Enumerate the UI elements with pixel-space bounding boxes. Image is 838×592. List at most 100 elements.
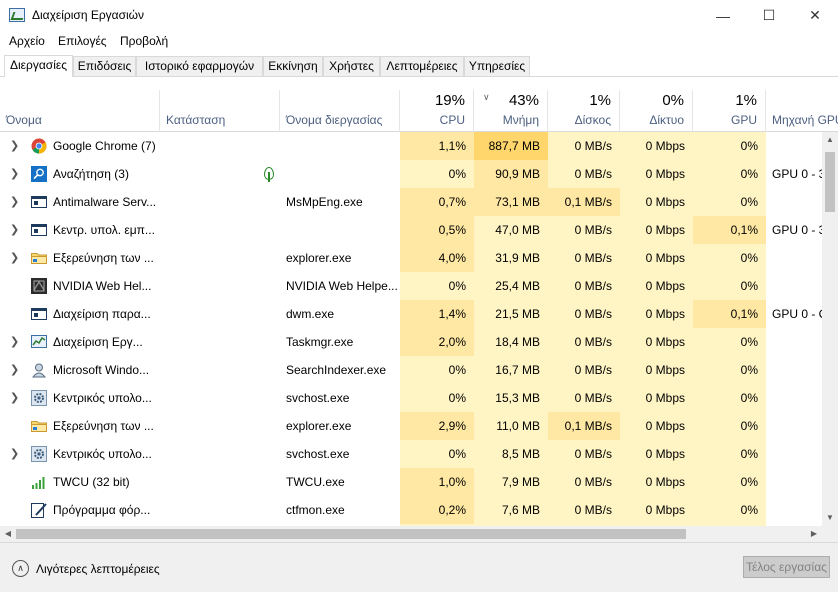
gpu-engine-value: GPU 0 - 3 <box>772 223 822 237</box>
process-executable: MsMpEng.exe <box>286 195 363 209</box>
expand-chevron-icon[interactable]: ❯ <box>10 384 19 412</box>
scroll-right-icon[interactable]: ▶ <box>806 526 822 542</box>
network-value: 0 Mbps <box>645 447 685 461</box>
table-row[interactable]: ❯ Antimalware Serv... MsMpEng.exe 0,7% 73,1 … <box>0 188 822 216</box>
cpu-value: 2,0% <box>400 328 474 356</box>
expand-chevron-icon[interactable]: ❯ <box>10 160 19 188</box>
memory-value: 11,0 MB <box>474 412 548 440</box>
header-cpu[interactable]: 19% CPU <box>400 90 474 132</box>
header-status[interactable]: Κατάσταση <box>160 90 280 132</box>
disk-value: 0 MB/s <box>574 503 612 517</box>
fewer-details-link[interactable]: Λιγότερες λεπτομέρειες <box>36 562 160 576</box>
table-row[interactable]: ❯ Αναζήτηση (3) 0% 90,9 MB 0 MB/s 0 Mbps 0% GPU… <box>0 160 822 188</box>
table-row[interactable]: ❯ Διαχείριση Εργ... Taskmgr.exe 2,0% 18,4 MB… <box>0 328 822 356</box>
memory-value: 7,6 MB <box>474 496 548 524</box>
expand-chevron-icon[interactable]: ❯ <box>10 356 19 384</box>
gpu-value: 0,1% <box>693 216 766 244</box>
gpu-engine-value: GPU 0 - 3 <box>772 167 822 181</box>
table-row[interactable]: Διαχείριση παρα... dwm.exe 1,4% 21,5 MB 0 MB… <box>0 300 822 328</box>
table-row[interactable]: ❯ Microsoft Windo... SearchIndexer.exe 0% 16… <box>0 356 822 384</box>
table-row[interactable]: NVIDIA Web Hel... NVIDIA Web Helpe... 0% 25… <box>0 272 822 300</box>
expand-chevron-icon[interactable]: ❯ <box>10 188 19 216</box>
vertical-scroll-thumb[interactable] <box>825 152 835 212</box>
table-row[interactable]: TWCU (32 bit) TWCU.exe 1,0% 7,9 MB 0 MB/s 0 M… <box>0 468 822 496</box>
header-process-name[interactable]: Όνομα διεργασίας <box>280 90 400 132</box>
header-memory[interactable]: ∨ 43% Μνήμη <box>474 90 548 132</box>
network-value: 0 Mbps <box>645 251 685 265</box>
menu-options[interactable]: Επιλογές <box>58 34 107 48</box>
gpu-value: 0% <box>740 363 758 377</box>
window-icon <box>31 222 47 238</box>
gear-icon <box>31 446 47 462</box>
horizontal-scroll-thumb[interactable] <box>16 529 686 539</box>
table-row[interactable]: Πρόγραμμα φόρ... ctfmon.exe 0,2% 7,6 MB 0 MB… <box>0 496 822 524</box>
disk-value: 0 MB/s <box>574 167 612 181</box>
folder-icon <box>31 250 47 266</box>
gpu-engine-value <box>766 412 822 440</box>
table-row[interactable]: ❯ Κεντρικός υπολο... svchost.exe 0% 8,5 MB 0 … <box>0 440 822 468</box>
expand-chevron-icon[interactable]: ❯ <box>10 440 19 468</box>
maximize-button[interactable]: ☐ <box>746 0 792 31</box>
header-name-label: Όνομα <box>6 113 42 127</box>
folder-icon <box>31 418 47 434</box>
network-value: 0 Mbps <box>645 475 685 489</box>
header-gpu-pct: 1% <box>735 92 757 109</box>
gpu-value: 0% <box>740 447 758 461</box>
minimize-button[interactable]: — <box>700 0 746 31</box>
scroll-left-icon[interactable]: ◀ <box>0 526 16 542</box>
expand-chevron-icon[interactable]: ❯ <box>10 132 19 160</box>
window-title: Διαχείριση Εργασιών <box>32 8 145 22</box>
header-network-label: Δίκτυο <box>649 113 684 127</box>
header-disk[interactable]: 1% Δίσκος <box>548 90 620 132</box>
memory-value: 90,9 MB <box>474 160 548 188</box>
menu-view[interactable]: Προβολή <box>120 34 168 48</box>
disk-value: 0 MB/s <box>574 307 612 321</box>
chevron-up-icon[interactable]: ∧ <box>12 560 29 577</box>
tab-processes[interactable]: Διεργασίες <box>4 55 73 77</box>
close-button[interactable]: ✕ <box>792 0 838 31</box>
header-status-label: Κατάσταση <box>166 113 226 127</box>
tab-startup[interactable]: Εκκίνηση <box>263 56 323 76</box>
scroll-down-icon[interactable]: ▼ <box>822 510 838 526</box>
tab-performance[interactable]: Επιδόσεις <box>73 56 136 76</box>
gpu-engine-value: GPU 0 - C <box>772 307 822 321</box>
vertical-scrollbar[interactable]: ▲ ▼ <box>822 132 838 526</box>
network-value: 0 Mbps <box>645 307 685 321</box>
expand-chevron-icon[interactable]: ❯ <box>10 328 19 356</box>
tab-services[interactable]: Υπηρεσίες <box>464 56 530 76</box>
gpu-engine-value <box>766 272 822 300</box>
gpu-value: 0% <box>740 167 758 181</box>
gpu-value: 0% <box>740 335 758 349</box>
menu-file[interactable]: Αρχείο <box>9 34 45 48</box>
tab-app-history[interactable]: Ιστορικό εφαρμογών <box>136 56 263 76</box>
cpu-value: 0,7% <box>400 188 474 216</box>
tab-details[interactable]: Λεπτομέρειες <box>380 56 464 76</box>
scroll-up-icon[interactable]: ▲ <box>822 132 838 148</box>
end-task-button[interactable]: Τέλος εργασίας <box>743 556 830 578</box>
header-gpu-engine[interactable]: Μηχανή GPU <box>766 90 838 132</box>
network-value: 0 Mbps <box>645 195 685 209</box>
table-row[interactable]: ❯ Εξερεύνηση των ... explorer.exe 4,0% 31,9 … <box>0 244 822 272</box>
disk-value: 0 MB/s <box>574 335 612 349</box>
gpu-value: 0% <box>740 503 758 517</box>
user-icon <box>31 362 47 378</box>
memory-value: 8,5 MB <box>474 440 548 468</box>
process-table: Όνομα Κατάσταση Όνομα διεργασίας 19% CPU… <box>0 80 838 526</box>
expand-chevron-icon[interactable]: ❯ <box>10 216 19 244</box>
header-network[interactable]: 0% Δίκτυο <box>620 90 693 132</box>
gpu-value: 0% <box>740 195 758 209</box>
tab-users[interactable]: Χρήστες <box>323 56 380 76</box>
gpu-value: 0% <box>740 419 758 433</box>
gpu-engine-value <box>766 384 822 412</box>
expand-chevron-icon[interactable]: ❯ <box>10 244 19 272</box>
header-memory-label: Μνήμη <box>502 113 539 127</box>
table-row[interactable]: ❯ Google Chrome (7) 1,1% 887,7 MB 0 MB/s 0 Mb… <box>0 132 822 160</box>
table-row[interactable]: ❯ Κεντρικός υπολο... svchost.exe 0% 15,3 MB 0… <box>0 384 822 412</box>
network-value: 0 Mbps <box>645 419 685 433</box>
header-gpu[interactable]: 1% GPU <box>693 90 766 132</box>
horizontal-scrollbar[interactable]: ◀ ▶ <box>0 526 838 542</box>
header-name[interactable]: Όνομα <box>0 90 160 132</box>
table-row[interactable]: Εξερεύνηση των ... explorer.exe 2,9% 11,0 M… <box>0 412 822 440</box>
table-row[interactable]: ❯ Κεντρ. υπολ. εμπ... 0,5% 47,0 MB 0 MB/s 0 M… <box>0 216 822 244</box>
memory-value: 887,7 MB <box>474 132 548 160</box>
